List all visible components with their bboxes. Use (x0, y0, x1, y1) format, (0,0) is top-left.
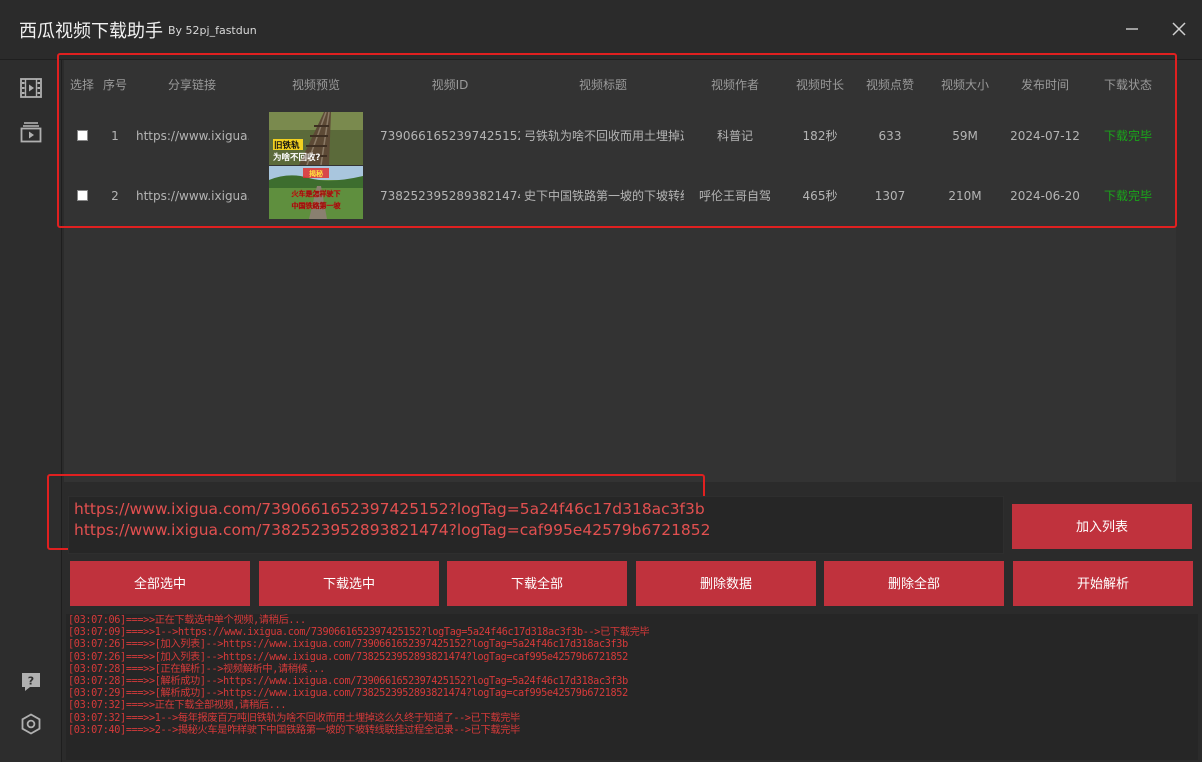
help-icon[interactable]: ? (19, 670, 43, 694)
url-line: https://www.ixigua.com/73825239528938214… (74, 521, 711, 539)
download-all-button[interactable]: 下载全部 (447, 561, 627, 606)
log-line: [03:07:40]===>>2-->揭秘火车是咋样驶下中国铁路第一坡的下坡转线… (68, 724, 520, 736)
header-index: 序号 (102, 78, 127, 92)
header-status: 下载状态 (1103, 78, 1152, 92)
header-select: 选择 (70, 78, 95, 92)
thumbnail-caption: 为啥不回收? (273, 152, 321, 163)
row-duration: 182秒 (802, 129, 838, 143)
video-thumbnail[interactable]: 旧铁轨 为啥不回收? (269, 112, 363, 165)
video-thumbnail[interactable]: 揭秘 火车是怎样驶下 中国铁路第一坡 (269, 166, 363, 219)
row-checkbox[interactable] (77, 190, 88, 201)
settings-icon[interactable] (19, 712, 43, 736)
close-icon[interactable] (1164, 14, 1194, 44)
row-index: 2 (111, 189, 119, 203)
row-status: 下载完毕 (1103, 129, 1152, 143)
log-line: [03:07:32]===>>正在下载全部视频,请稍后... (68, 700, 287, 712)
log-line: [03:07:29]===>>[解析成功]-->https://www.ixig… (68, 688, 628, 700)
header-preview: 视频预览 (291, 78, 340, 92)
row-title: 弓铁轨为啥不回收而用土埋掉这 (524, 129, 684, 143)
video-list-icon[interactable] (19, 76, 43, 100)
thumbnail-caption: 旧铁轨 (274, 140, 300, 151)
log-panel[interactable]: [03:07:06]===>>正在下载选中单个视频,请稍后... [03:07:… (66, 614, 1198, 760)
thumbnail-caption: 揭秘 (309, 169, 323, 178)
table-row[interactable]: 2 https://www.ixigua.c 揭秘 火车是怎样驶下 中国铁路第一… (64, 166, 1176, 226)
header-title: 视频标题 (578, 78, 627, 92)
start-parse-button[interactable]: 开始解析 (1013, 561, 1193, 606)
table-header: 选择 序号 分享链接 视频预览 视频ID 视频标题 视频作者 视频时长 视频点赞… (64, 60, 1176, 106)
delete-all-button[interactable]: 删除全部 (824, 561, 1004, 606)
minimize-icon[interactable] (1117, 14, 1147, 44)
row-author: 科普记 (716, 129, 753, 143)
row-size: 59M (952, 129, 978, 143)
log-line: [03:07:28]===>>[正在解析]-->视频解析中,请稍候... (68, 663, 325, 675)
row-checkbox[interactable] (77, 130, 88, 141)
row-size: 210M (948, 189, 982, 203)
row-link: https://www.ixigua.c (136, 189, 249, 203)
row-status: 下载完毕 (1103, 189, 1152, 203)
header-date: 发布时间 (1020, 78, 1069, 92)
download-selected-button[interactable]: 下载选中 (259, 561, 439, 606)
row-duration: 465秒 (802, 189, 838, 203)
log-line: [03:07:26]===>>[加入列表]-->https://www.ixig… (68, 639, 628, 651)
url-input[interactable]: https://www.ixigua.com/73906616523974251… (68, 496, 1004, 554)
log-line: [03:07:09]===>>1-->https://www.ixigua.co… (68, 627, 650, 639)
row-likes: 1307 (874, 189, 906, 203)
log-line: [03:07:32]===>>1-->每年报废百万吨旧铁轨为啥不回收而用土埋掉这… (68, 712, 520, 724)
log-line: [03:07:26]===>>[加入列表]-->https://www.ixig… (68, 651, 628, 663)
row-likes: 633 (878, 129, 902, 143)
table-scrollbar[interactable] (1176, 60, 1202, 482)
header-link: 分享链接 (167, 78, 216, 92)
app-author: By 52pj_fastdun (168, 24, 257, 37)
row-title: 史下中国铁路第一坡的下坡转经 (524, 189, 684, 203)
app-title: 西瓜视频下载助手 (19, 21, 163, 42)
table-row[interactable]: 1 https://www.ixigua.c 旧铁轨 为啥不回收? 739066… (64, 106, 1176, 166)
log-line: [03:07:06]===>>正在下载选中单个视频,请稍后... (68, 615, 306, 626)
header-author: 视频作者 (710, 78, 759, 92)
url-line: https://www.ixigua.com/73906616523974251… (74, 500, 705, 518)
thumbnail-caption: 火车是怎样驶下 (292, 189, 341, 198)
row-link: https://www.ixigua.c (136, 129, 249, 143)
header-id: 视频ID (431, 78, 469, 92)
header-duration: 视频时长 (795, 78, 844, 92)
video-library-icon[interactable] (19, 120, 43, 144)
title-bar: 西瓜视频下载助手 By 52pj_fastdun (0, 0, 1202, 60)
thumbnail-caption: 中国铁路第一坡 (292, 201, 342, 210)
row-id: 7390661652397425152 (380, 129, 520, 143)
add-to-list-button[interactable]: 加入列表 (1012, 504, 1192, 549)
log-line: [03:07:28]===>>[解析成功]-->https://www.ixig… (68, 676, 628, 688)
svg-text:?: ? (28, 675, 34, 688)
delete-data-button[interactable]: 删除数据 (636, 561, 816, 606)
sidebar: ? (0, 60, 62, 762)
row-id: 7382523952893821474 (380, 189, 520, 203)
row-author: 呼伦王哥自驾 (698, 189, 771, 203)
row-date: 2024-07-12 (1010, 129, 1080, 143)
select-all-button[interactable]: 全部选中 (70, 561, 250, 606)
header-size: 视频大小 (940, 78, 989, 92)
row-index: 1 (111, 129, 119, 143)
video-table: 选择 序号 分享链接 视频预览 视频ID 视频标题 视频作者 视频时长 视频点赞… (64, 60, 1202, 482)
header-likes: 视频点赞 (865, 78, 914, 92)
row-date: 2024-06-20 (1010, 189, 1080, 203)
